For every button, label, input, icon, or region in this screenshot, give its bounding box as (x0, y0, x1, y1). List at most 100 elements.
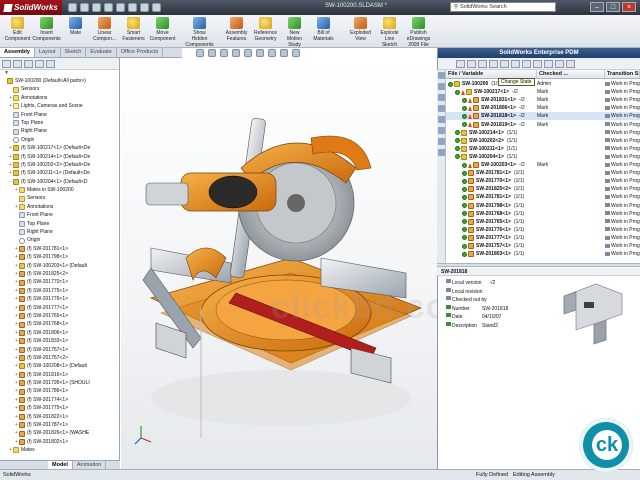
tree-item[interactable]: + (f) SW-201806<1> (0, 329, 119, 337)
tree-item[interactable]: + (f) SW-201802<1> (0, 438, 119, 446)
tab-office-products[interactable]: Office Products (117, 48, 164, 57)
print-icon[interactable] (103, 3, 113, 12)
select-icon[interactable] (127, 3, 137, 12)
tab-assembly[interactable]: Assembly (0, 48, 35, 57)
pdm-file-row[interactable]: SW-201770<1> (1/1) Work in Prog (446, 177, 640, 185)
contains-icon[interactable] (544, 60, 553, 68)
tree-item[interactable]: + (f) SW-100211<1> (Default<De (0, 169, 119, 177)
tree-item[interactable]: Front Plane (0, 211, 119, 219)
detail-tab[interactable]: SW-201818 (437, 268, 640, 276)
tree-item[interactable]: Sensors (0, 85, 119, 93)
feature-manager-tab-icon[interactable] (2, 60, 11, 68)
display-manager-tab-icon[interactable] (46, 60, 55, 68)
tree-item[interactable]: Sensors (0, 194, 119, 202)
dimxpert-tab-icon[interactable] (35, 60, 44, 68)
tree-item[interactable]: Origin (0, 236, 119, 244)
tree-item[interactable]: + Mates in SW-100200 (0, 186, 119, 194)
pdm-file-row[interactable]: SW-201818<1> -/2 Mark Work in Prog (446, 112, 640, 121)
scene-icon[interactable] (292, 49, 300, 57)
check-out-icon[interactable] (478, 60, 487, 68)
tree-filter[interactable]: ▼ (0, 70, 119, 77)
tab-sketch[interactable]: Sketch (61, 48, 87, 57)
tree-item[interactable]: + (f) SW-201757<2> (0, 354, 119, 362)
tree-item[interactable]: + (f) SW-100203<1> (Default (0, 262, 119, 270)
open-file-icon[interactable] (79, 3, 89, 12)
pane-splitter[interactable] (437, 263, 640, 267)
appearance-icon[interactable] (280, 49, 288, 57)
ribbon-button-show-hidden[interactable]: Show Hidden Components (185, 16, 214, 48)
tab-layout[interactable]: Layout (35, 48, 61, 57)
file-explorer-tab-icon[interactable] (438, 105, 445, 112)
tree-item[interactable]: + (f) SW-201757<1> (0, 346, 119, 354)
pdm-file-row[interactable]: SW-100217<1> -/2 Mark Work in Prog (446, 88, 640, 96)
undo-icon[interactable] (115, 3, 125, 12)
pdm-file-row[interactable]: SW-201781<1> (1/1) Work in Prog (446, 193, 640, 201)
tree-item[interactable]: Right Plane (0, 127, 119, 135)
tab-evaluate[interactable]: Evaluate (86, 48, 117, 57)
ribbon-button-smart-fasteners[interactable]: Smart Fasteners (120, 16, 147, 42)
search-tab-icon[interactable] (438, 116, 445, 123)
resources-tab-icon[interactable] (438, 83, 445, 90)
tree-item[interactable]: SW-100200 (Default<All parts>) (0, 77, 119, 85)
tree-item[interactable]: + Lights, Cameras and Scene (0, 102, 119, 110)
tree-item[interactable]: + (f) SW-201775<1> (0, 404, 119, 412)
tree-item[interactable]: + (f) SW-201833<1> (0, 337, 119, 345)
tree-item[interactable]: + (f) SW-201777<1> (0, 304, 119, 312)
appearances-tab-icon[interactable] (438, 138, 445, 145)
solidworks-logo[interactable]: SolidWorks (0, 0, 62, 15)
tree-item[interactable]: + Mates (0, 446, 119, 454)
graphics-area[interactable]: clickbd.com (121, 58, 437, 469)
tree-item[interactable]: + (f) SW-201786<1> (0, 387, 119, 395)
tree-item[interactable]: + (f) SW-201816<1> (0, 371, 119, 379)
tree-item[interactable]: + (f) SW-201795<1> (SHOULI (0, 379, 119, 387)
pdm-file-row[interactable]: SW-201806<1> -/2 Mark Work in Prog (446, 104, 640, 112)
ribbon-button-insert-components[interactable]: Insert Components (32, 16, 61, 42)
ribbon-button-motion-study[interactable]: New Motion Study (281, 16, 308, 48)
pdm-file-row[interactable]: SW-100200 (1/1) Admin Work in Prog (446, 80, 640, 88)
pdm-file-row[interactable]: SW-201803<1> (1/1) Work in Prog (446, 250, 640, 258)
tree-item[interactable]: + (f) SW-201770<1> (0, 278, 119, 286)
column-header[interactable]: File / Variable (446, 70, 537, 78)
tree-item[interactable]: + (f) SW-100214<1> (Default<De (0, 153, 119, 161)
ribbon-button-reference-geometry[interactable]: Reference Geometry (252, 16, 279, 42)
display-style-icon[interactable] (256, 49, 264, 57)
ribbon-button-move-component[interactable]: Move Component (149, 16, 176, 42)
ribbon-button-mate[interactable]: Mate (62, 16, 89, 36)
column-header[interactable]: Checked ... (537, 70, 605, 78)
tree-item[interactable]: Right Plane (0, 228, 119, 236)
tree-item[interactable]: + Annotations (0, 94, 119, 102)
ribbon-button-publish-edrawings[interactable]: Publish eDrawings 2009 File (405, 16, 432, 48)
view-palette-tab-icon[interactable] (438, 127, 445, 134)
pdm-file-row[interactable]: SW-201831<1> -/2 Mark Work in Prog (446, 96, 640, 104)
pdm-file-row[interactable]: SW-201798<1> (1/1) Work in Prog (446, 202, 640, 210)
tab-model[interactable]: Model (48, 461, 73, 469)
check-in-icon[interactable] (489, 60, 498, 68)
search-pdm-icon[interactable] (555, 60, 564, 68)
tree-item[interactable]: Top Plane (0, 119, 119, 127)
get-latest-icon[interactable] (467, 60, 476, 68)
tree-item[interactable]: Top Plane (0, 220, 119, 228)
pdm-file-row[interactable]: SW-201825<2> (1/1) Work in Prog (446, 185, 640, 193)
tree-item[interactable]: + (f) SW-201774<1> (0, 396, 119, 404)
pdm-file-row[interactable]: SW-201819<1> -/2 Mark Work in Prog (446, 121, 640, 129)
tab-animation[interactable]: Animation (73, 461, 107, 469)
ribbon-button-explode-line[interactable]: Explode Line Sketch (376, 16, 403, 48)
pdm-file-row[interactable]: SW-201777<1> (1/1) Work in Prog (446, 234, 640, 242)
tree-item[interactable]: + (f) SW-201822<1> (0, 413, 119, 421)
hide-show-icon[interactable] (268, 49, 276, 57)
ribbon-button-linear-pattern[interactable]: Linear Compon... (91, 16, 118, 42)
pdm-file-row[interactable]: SW-201765<1> (1/1) Work in Prog (446, 218, 640, 226)
undo-check-out-icon[interactable] (500, 60, 509, 68)
pdm-file-row[interactable]: SW-201757<1> (1/1) Work in Prog (446, 242, 640, 250)
tree-item[interactable]: Origin (0, 136, 119, 144)
design-library-tab-icon[interactable] (438, 94, 445, 101)
configuration-manager-tab-icon[interactable] (24, 60, 33, 68)
pdm-file-row[interactable]: SW-201781<1> (1/1) Work in Prog (446, 169, 640, 177)
tree-item[interactable]: Front Plane (0, 111, 119, 119)
history-icon[interactable] (522, 60, 531, 68)
tree-item[interactable]: + (f) SW-201798<1> (0, 253, 119, 261)
search-box[interactable]: ⚲ SolidWorks Search (450, 2, 556, 12)
column-header[interactable]: Transition St (605, 70, 640, 78)
home-tab-icon[interactable] (438, 72, 445, 79)
pdm-file-row[interactable]: SW-201768<1> (1/1) Work in Prog (446, 210, 640, 218)
